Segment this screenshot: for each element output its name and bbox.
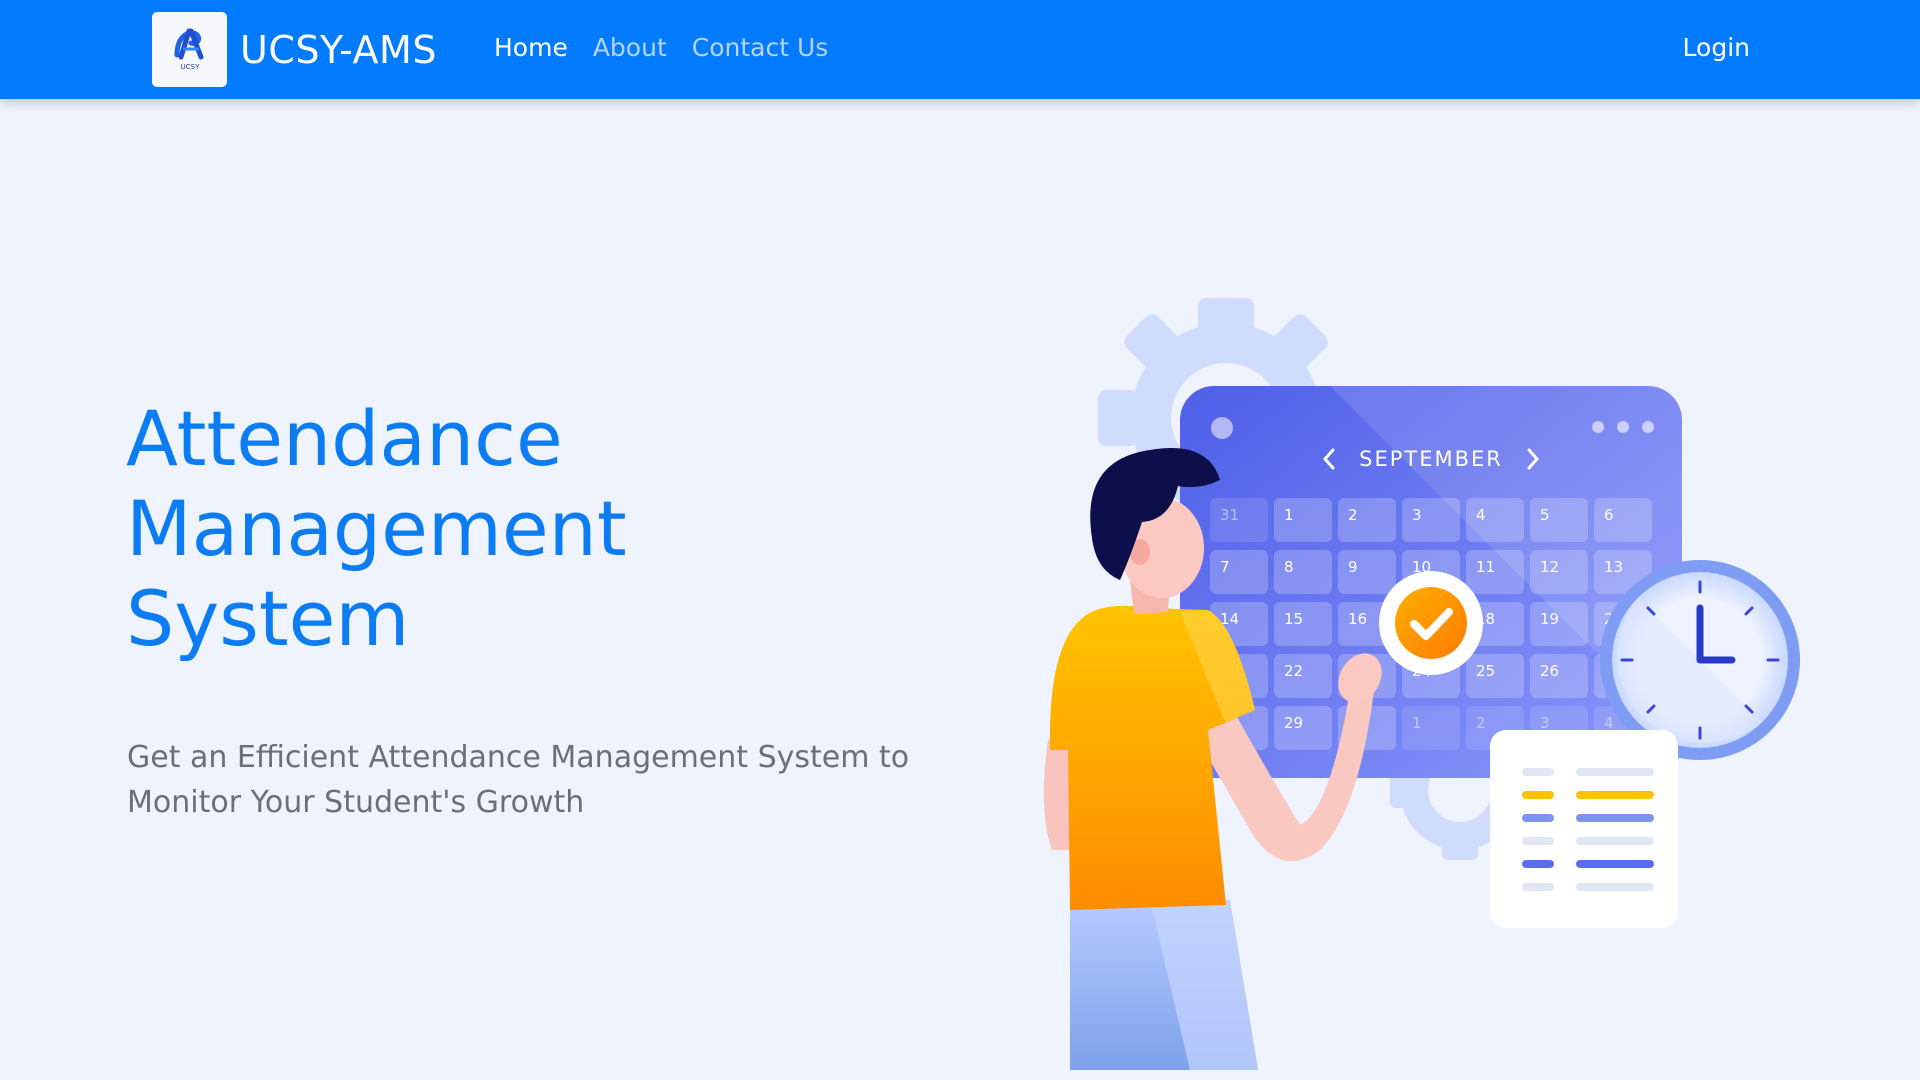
calendar-day-label: 4	[1604, 714, 1614, 732]
calendar-day-label: 12	[1540, 558, 1559, 576]
login-link[interactable]: Login	[1683, 33, 1750, 62]
calendar-day-label: 7	[1220, 558, 1230, 576]
calendar-day-cell	[1466, 498, 1524, 542]
report-card-icon	[1490, 730, 1678, 928]
calendar-day-label: 31	[1220, 506, 1239, 524]
hero-title-line: Attendance	[126, 394, 563, 483]
calendar-day-label: 11	[1476, 558, 1495, 576]
calendar-day-cell	[1338, 550, 1396, 594]
calendar-day-label: 6	[1604, 506, 1614, 524]
calendar-day-cell	[1274, 498, 1332, 542]
calendar-day-label: 4	[1476, 506, 1486, 524]
calendar-day-label: 16	[1348, 610, 1367, 628]
nav-link-home[interactable]: Home	[494, 33, 568, 62]
logo: UCSY	[152, 12, 227, 87]
calendar-day-cell	[1530, 498, 1588, 542]
calendar-day-cell	[1402, 498, 1460, 542]
calendar-day-cell	[1402, 706, 1460, 750]
calendar-day-label: 19	[1540, 610, 1559, 628]
calendar-day-label: 15	[1284, 610, 1303, 628]
calendar-day-label: 8	[1284, 558, 1294, 576]
nav-link-about[interactable]: About	[593, 33, 667, 62]
calendar-day-label: 5	[1540, 506, 1550, 524]
check-badge-icon	[1379, 571, 1483, 675]
attendance-illustration: SEPTEMBER 311234567891011121314151617181…	[1043, 298, 1800, 1070]
calendar-day-cell	[1274, 550, 1332, 594]
calendar-day-label: 3	[1540, 714, 1550, 732]
svg-text:UCSY: UCSY	[180, 63, 199, 71]
hero-title-line: System	[126, 574, 410, 663]
calendar-day-cell	[1338, 498, 1396, 542]
calendar-day-label: 2	[1348, 506, 1358, 524]
calendar-day-label: 25	[1476, 662, 1495, 680]
calendar-day-label: 3	[1412, 506, 1422, 524]
calendar-day-label: 26	[1540, 662, 1559, 680]
hero-subtitle: Get an Efficient Attendance Management S…	[127, 740, 910, 820]
calendar-month: SEPTEMBER	[1359, 447, 1503, 471]
calendar-day-label: 29	[1284, 714, 1303, 732]
nav-link-contact[interactable]: Contact Us	[692, 33, 829, 62]
calendar-day-label: 13	[1604, 558, 1623, 576]
calendar-day-label: 2	[1476, 714, 1486, 732]
ucsy-logo-icon: UCSY	[174, 28, 203, 71]
hero-title-line: Management	[126, 484, 627, 573]
navbar: UCSY UCSY-AMS Home About Contact Us Logi…	[0, 0, 1920, 99]
nav-links: Home About Contact Us	[494, 33, 828, 62]
calendar-day-label: 1	[1284, 506, 1294, 524]
brand-link[interactable]: UCSY UCSY-AMS	[152, 12, 437, 87]
hero-title: Attendance Management System	[126, 394, 826, 664]
calendar-day-label: 9	[1348, 558, 1358, 576]
calendar-day-label: 22	[1284, 662, 1303, 680]
calendar-day-cell	[1210, 550, 1268, 594]
calendar-day-label: 1	[1412, 714, 1422, 732]
brand-name: UCSY-AMS	[240, 27, 437, 72]
calendar-day-cell	[1594, 498, 1652, 542]
